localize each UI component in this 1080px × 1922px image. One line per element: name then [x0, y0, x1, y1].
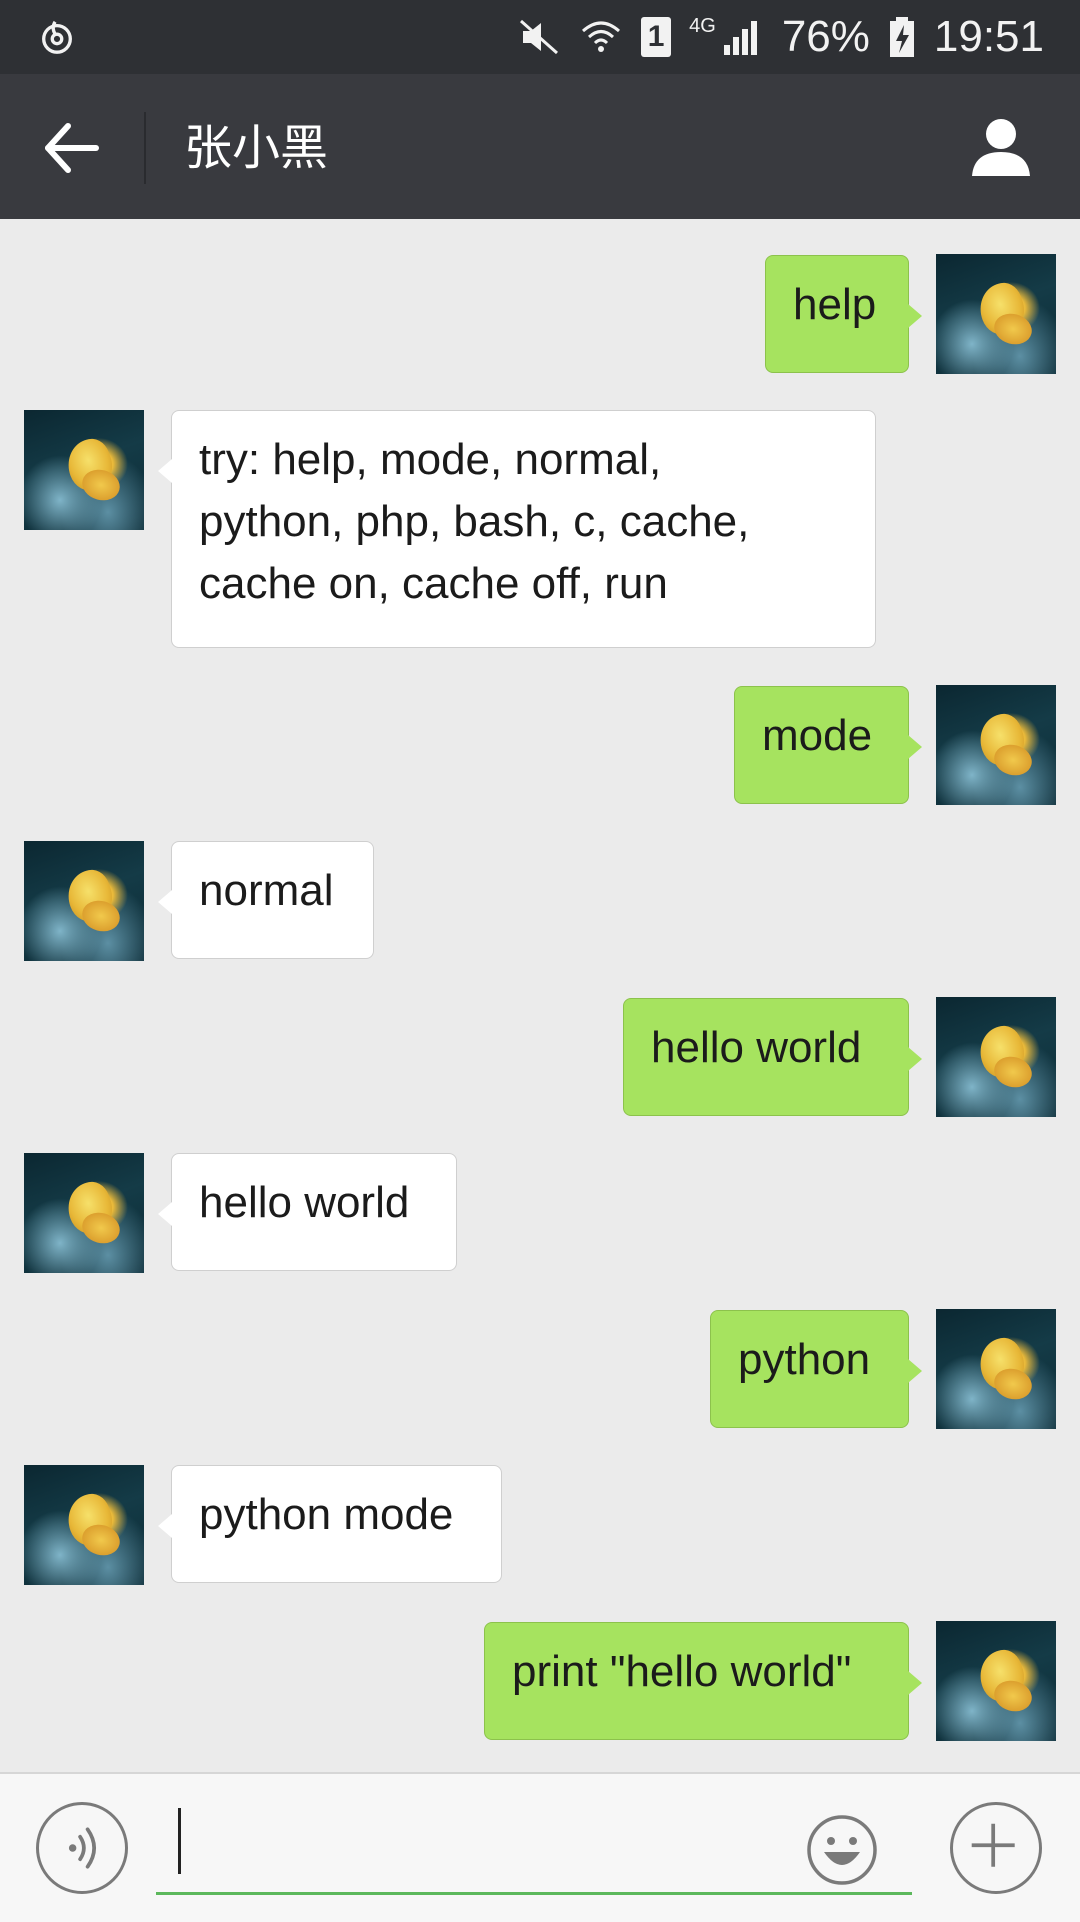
network-type: 4G — [689, 14, 716, 37]
my-avatar[interactable] — [936, 685, 1056, 805]
text-cursor — [178, 1808, 181, 1874]
outgoing-message[interactable]: help — [765, 255, 922, 373]
outgoing-message[interactable]: mode — [734, 686, 922, 804]
contact-avatar[interactable] — [24, 1153, 144, 1273]
voice-icon — [68, 1827, 97, 1869]
incoming-message[interactable]: hello world — [158, 1153, 457, 1271]
netease-music-icon — [42, 20, 72, 54]
header-divider — [144, 112, 146, 184]
chat-title: 张小黑 — [184, 120, 329, 176]
mute-icon — [520, 19, 559, 55]
my-avatar[interactable] — [936, 1621, 1056, 1741]
emoji-icon[interactable] — [806, 1814, 878, 1886]
voice-input-button[interactable] — [36, 1802, 128, 1894]
battery-percent: 76% — [781, 12, 870, 61]
wifi-icon — [582, 21, 621, 52]
sim-slot-icon: 1 — [641, 17, 672, 57]
status-bar: 1 4G 76% 19:51 — [0, 0, 1080, 74]
my-avatar[interactable] — [936, 997, 1056, 1117]
contact-avatar[interactable] — [24, 841, 144, 961]
battery-charging-icon — [889, 17, 914, 57]
contact-avatar[interactable] — [24, 1465, 144, 1585]
chat-input-bar — [0, 1772, 1080, 1922]
signal-icon — [723, 21, 757, 55]
incoming-message[interactable]: try: help, mode, normal, python, php, ba… — [158, 410, 876, 648]
outgoing-message[interactable]: hello world — [623, 998, 922, 1116]
contact-avatar[interactable] — [24, 410, 144, 530]
chat-header: 张小黑 — [0, 74, 1080, 219]
plus-icon — [971, 1823, 1015, 1867]
outgoing-message[interactable]: python — [710, 1310, 922, 1428]
profile-icon[interactable] — [968, 114, 1034, 180]
incoming-message[interactable]: python mode — [158, 1465, 502, 1583]
my-avatar[interactable] — [936, 254, 1056, 374]
message-input[interactable] — [156, 1800, 912, 1895]
back-arrow-icon[interactable] — [40, 118, 104, 178]
more-options-button[interactable] — [950, 1802, 1042, 1894]
incoming-message[interactable]: normal — [158, 841, 374, 959]
outgoing-message[interactable]: print "hello world" — [484, 1622, 922, 1740]
my-avatar[interactable] — [936, 1309, 1056, 1429]
clock: 19:51 — [933, 12, 1044, 61]
